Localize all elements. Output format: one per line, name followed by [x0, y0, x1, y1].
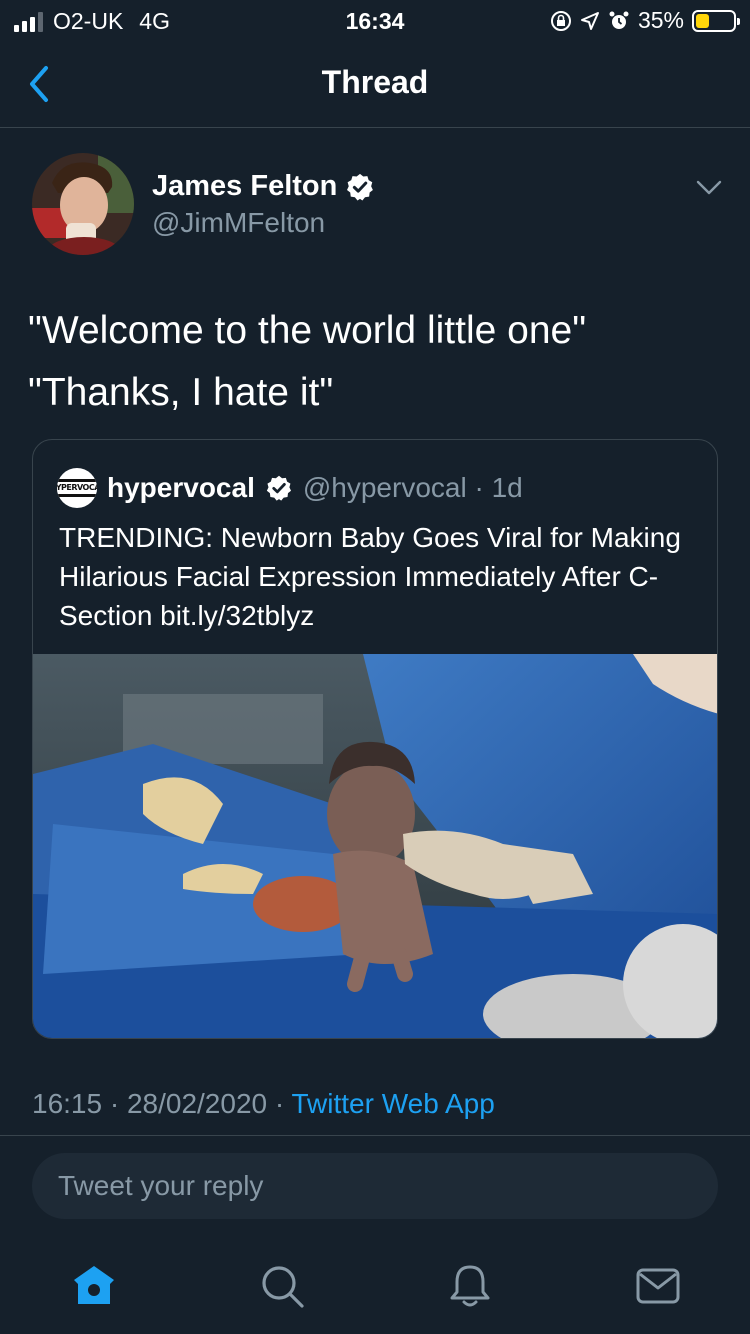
alarm-icon [609, 11, 629, 29]
status-bar: O2-UK 4G 16:34 35% [0, 0, 750, 40]
quoted-tweet-card[interactable]: HYPERVOCAL hypervocal @hypervocal · 1d T… [32, 439, 718, 1039]
quoted-tweet-image[interactable] [33, 654, 718, 1039]
location-arrow-icon [580, 11, 599, 30]
home-icon[interactable] [70, 1262, 118, 1310]
quoted-author-avatar: HYPERVOCAL [57, 468, 97, 508]
quoted-author-name: hypervocal [107, 472, 255, 503]
verified-badge-icon [347, 173, 374, 200]
quoted-tweet-header: HYPERVOCAL hypervocal @hypervocal · 1d [57, 468, 523, 508]
hypervocal-logo: HYPERVOCAL [57, 479, 97, 497]
tweet-text-line: "Thanks, I hate it" [28, 371, 334, 414]
reply-input[interactable]: Tweet your reply [32, 1153, 718, 1219]
notifications-bell-icon[interactable] [446, 1262, 494, 1310]
search-icon[interactable] [258, 1262, 306, 1310]
avatar-photo [32, 153, 134, 255]
rotation-lock-icon [550, 10, 571, 31]
chevron-down-icon[interactable] [694, 172, 724, 202]
nav-bar: Thread [0, 40, 750, 128]
tweet-text: "Welcome to the world little one" "Thank… [28, 300, 728, 424]
author-handle[interactable]: @JimMFelton [152, 207, 325, 239]
quoted-tweet-text: TRENDING: Newborn Baby Goes Viral for Ma… [59, 522, 681, 631]
battery-level [696, 13, 709, 28]
author-avatar[interactable] [32, 153, 134, 255]
tab-bar [0, 1240, 750, 1334]
screen: O2-UK 4G 16:34 35% Thread James Felton @… [0, 0, 750, 1334]
divider [0, 1135, 750, 1136]
author-name[interactable]: James Felton [152, 170, 375, 203]
battery-percent: 35% [637, 7, 684, 33]
tweet-text-line: "Welcome to the world little one" [28, 309, 587, 352]
tweet-timestamp: 16:15 · 28/02/2020 · Twitter Web App [32, 1088, 495, 1120]
timestamp-text: 16:15 · 28/02/2020 · [32, 1088, 292, 1119]
source-link[interactable]: Twitter Web App [291, 1088, 494, 1119]
author-name-text: James Felton [152, 170, 338, 202]
verified-badge-icon [266, 475, 291, 501]
status-right: 35% [550, 7, 740, 34]
quoted-handle-time: @hypervocal · 1d [302, 472, 523, 503]
page-title: Thread [321, 64, 429, 100]
battery-icon [692, 9, 740, 32]
messages-envelope-icon[interactable] [634, 1262, 682, 1310]
